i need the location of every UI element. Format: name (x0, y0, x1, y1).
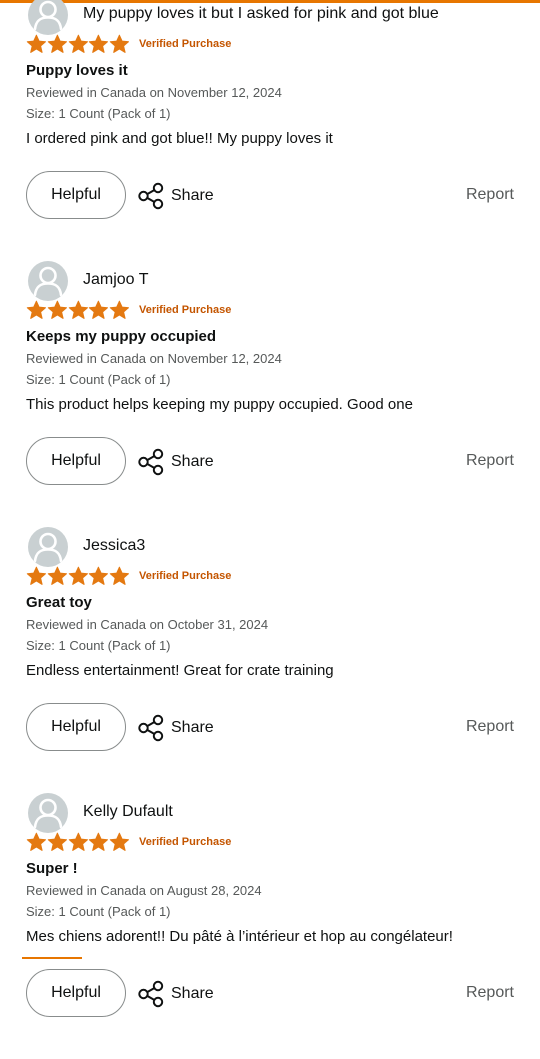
review-card: My puppy loves it but I asked for pink a… (0, 0, 540, 261)
review-card: Jessica3 Verified Purchase Great toy Rev… (0, 527, 540, 793)
share-icon (138, 448, 164, 476)
star-icon (89, 566, 109, 585)
star-icon (89, 832, 109, 851)
star-icon (47, 832, 67, 851)
star-icon (26, 34, 46, 53)
user-avatar-icon (28, 793, 68, 833)
product-size: Size: 1 Count (Pack of 1) (26, 638, 171, 653)
review-card: Jamjoo T Verified Purchase Keeps my pupp… (0, 261, 540, 527)
star-icon (26, 566, 46, 585)
verified-purchase-badge: Verified Purchase (139, 836, 232, 848)
product-size: Size: 1 Count (Pack of 1) (26, 372, 171, 387)
share-button[interactable]: Share (137, 181, 214, 211)
star-icon (26, 300, 46, 319)
review-body: This product helps keeping my puppy occu… (26, 396, 413, 413)
star-icon (47, 300, 67, 319)
report-link[interactable]: Report (466, 718, 514, 736)
star-icon (68, 832, 88, 851)
share-button[interactable]: Share (137, 979, 214, 1009)
review-body: Endless entertainment! Great for crate t… (26, 662, 334, 679)
star-icon (109, 300, 130, 319)
share-button[interactable]: Share (137, 713, 214, 743)
verified-purchase-badge: Verified Purchase (139, 38, 232, 50)
user-avatar-icon (28, 527, 68, 567)
star-icon (89, 300, 109, 319)
star-rating[interactable] (26, 832, 130, 852)
star-icon (109, 34, 130, 53)
share-label: Share (171, 453, 214, 470)
review-card: Kelly Dufault Verified Purchase Super ! … (0, 793, 540, 1059)
review-title[interactable]: Puppy loves it (26, 62, 128, 79)
star-icon (47, 566, 67, 585)
verified-purchase-badge: Verified Purchase (139, 304, 232, 316)
reviewer-name: Jessica3 (83, 537, 146, 554)
report-link[interactable]: Report (466, 984, 514, 1002)
helpful-button[interactable]: Helpful (26, 437, 126, 485)
review-date: Reviewed in Canada on August 28, 2024 (26, 883, 262, 898)
review-title[interactable]: Great toy (26, 594, 92, 611)
star-rating[interactable] (26, 566, 130, 586)
share-label: Share (171, 187, 214, 204)
review-date: Reviewed in Canada on October 31, 2024 (26, 617, 269, 632)
verified-purchase-badge: Verified Purchase (139, 570, 232, 582)
star-icon (89, 34, 109, 53)
star-icon (47, 34, 67, 53)
helpful-button[interactable]: Helpful (26, 969, 126, 1017)
reviewer-name: Jamjoo T (83, 271, 149, 288)
user-avatar-icon (28, 0, 68, 35)
star-icon (68, 566, 88, 585)
share-label: Share (171, 719, 214, 736)
review-body: Mes chiens adorent!! Du pâté à l’intérie… (26, 928, 453, 945)
user-avatar-icon (28, 261, 68, 301)
share-label: Share (171, 985, 214, 1002)
review-date: Reviewed in Canada on November 12, 2024 (26, 351, 282, 366)
star-rating[interactable] (26, 300, 130, 320)
star-icon (68, 34, 88, 53)
share-icon (138, 182, 164, 210)
share-icon (138, 714, 164, 742)
review-title[interactable]: Super ! (26, 860, 78, 877)
report-link[interactable]: Report (466, 452, 514, 470)
share-icon (138, 980, 164, 1008)
star-icon (26, 832, 46, 851)
star-icon (109, 832, 130, 851)
review-body: I ordered pink and got blue!! My puppy l… (26, 130, 333, 147)
share-button[interactable]: Share (137, 447, 214, 477)
review-title[interactable]: Keeps my puppy occupied (26, 328, 216, 345)
product-size: Size: 1 Count (Pack of 1) (26, 904, 171, 919)
review-date: Reviewed in Canada on November 12, 2024 (26, 85, 282, 100)
star-rating[interactable] (26, 34, 130, 54)
helpful-button[interactable]: Helpful (26, 171, 126, 219)
star-icon (68, 300, 88, 319)
report-link[interactable]: Report (466, 186, 514, 204)
helpful-button[interactable]: Helpful (26, 703, 126, 751)
reviewer-name: My puppy loves it but I asked for pink a… (83, 5, 439, 22)
product-size: Size: 1 Count (Pack of 1) (26, 106, 171, 121)
star-icon (109, 566, 130, 585)
reviewer-name: Kelly Dufault (83, 803, 173, 820)
